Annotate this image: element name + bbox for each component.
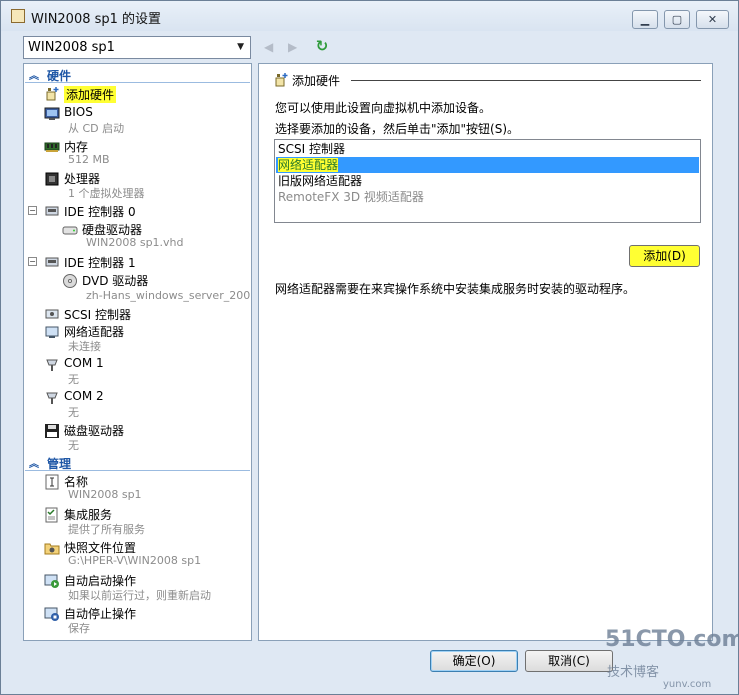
- dvd-drive-icon: [63, 274, 77, 288]
- settings-icon: [11, 9, 25, 23]
- bios-icon: [44, 107, 60, 120]
- vm-select-value: WIN2008 sp1: [28, 40, 115, 55]
- tree-item-processor[interactable]: 处理器 1 个虚拟处理器: [24, 170, 251, 200]
- auto-stop-icon: [44, 607, 59, 621]
- forward-arrow-icon[interactable]: ▶: [288, 40, 297, 54]
- tree-item-ide-controller-1[interactable]: − IDE 控制器 1: [24, 254, 251, 270]
- snapshot-folder-icon: [44, 543, 60, 555]
- adapter-description: 网络适配器需要在来宾操作系统中安装集成服务时安装的驱动程序。: [275, 282, 636, 296]
- ide-controller-icon: [45, 206, 59, 216]
- tree-item-hard-drive[interactable]: 硬盘驱动器 WIN2008 sp1.vhd: [24, 221, 251, 251]
- name-icon: [45, 474, 59, 490]
- ide-controller-icon: [45, 257, 59, 267]
- tree-item-ide-controller-0[interactable]: − IDE 控制器 0: [24, 203, 251, 219]
- add-button[interactable]: 添加(D): [629, 245, 700, 267]
- minimize-button[interactable]: ▁: [632, 10, 658, 29]
- tree-item-memory[interactable]: 内存 512 MB: [24, 138, 251, 168]
- instruction-line-1: 您可以使用此设置向虚拟机中添加设备。: [275, 101, 492, 115]
- title-divider: [351, 80, 701, 81]
- collapse-toggle-icon[interactable]: −: [28, 206, 37, 215]
- panel-title: 添加硬件: [292, 74, 341, 88]
- tree-item-dvd-drive[interactable]: DVD 驱动器 zh-Hans_windows_server_200...: [24, 272, 251, 304]
- device-option-remotefx[interactable]: RemoteFX 3D 视频适配器: [276, 189, 699, 205]
- tree-item-snapshot-location[interactable]: 快照文件位置 G:\HPER-V\WIN2008 sp1: [24, 539, 251, 569]
- refresh-icon[interactable]: ↻: [313, 37, 331, 55]
- device-option-legacy-network-adapter[interactable]: 旧版网络适配器: [276, 173, 699, 189]
- auto-start-icon: [44, 574, 59, 588]
- add-hardware-icon: [46, 87, 59, 101]
- tree-item-scsi-controller[interactable]: SCSI 控制器: [24, 306, 251, 322]
- com-port-icon: [46, 392, 58, 404]
- floppy-disk-icon: [45, 424, 59, 438]
- title-bar: WIN2008 sp1 的设置 ▁ ▢ ✕: [1, 1, 738, 31]
- window-title: WIN2008 sp1 的设置: [31, 12, 162, 27]
- tree-item-add-hardware[interactable]: 添加硬件: [24, 85, 251, 103]
- maximize-button[interactable]: ▢: [664, 10, 690, 29]
- device-option-scsi[interactable]: SCSI 控制器: [276, 141, 699, 157]
- add-hardware-panel: 添加硬件 您可以使用此设置向虚拟机中添加设备。 选择要添加的设备，然后单击"添加…: [258, 63, 713, 641]
- settings-tree: ︽ 硬件 添加硬件 BIOS 从 CD 启动 内存 512 MB 处理器 1 个…: [23, 63, 252, 641]
- tree-item-network-adapter[interactable]: 网络适配器 未连接: [24, 323, 251, 353]
- tree-item-diskette-drive[interactable]: 磁盘驱动器 无: [24, 422, 251, 452]
- vm-select-dropdown[interactable]: WIN2008 sp1 ▼: [23, 36, 251, 59]
- network-adapter-icon: [45, 326, 59, 338]
- back-arrow-icon[interactable]: ◀: [264, 40, 273, 54]
- settings-window: WIN2008 sp1 的设置 ▁ ▢ ✕ WIN2008 sp1 ▼ ◀ ▶ …: [0, 0, 739, 695]
- processor-icon: [45, 172, 59, 186]
- tree-item-auto-start-action[interactable]: 自动启动操作 如果以前运行过，则重新启动: [24, 572, 251, 602]
- add-hardware-icon: [275, 73, 288, 87]
- tree-item-com-1[interactable]: COM 1 无: [24, 356, 251, 386]
- collapse-chevron-icon: ︽: [29, 459, 39, 470]
- collapse-toggle-icon[interactable]: −: [28, 257, 37, 266]
- device-listbox[interactable]: SCSI 控制器 网络适配器 旧版网络适配器 RemoteFX 3D 视频适配器: [274, 139, 701, 223]
- management-section-header[interactable]: ︽ 管理: [25, 455, 250, 471]
- ok-button[interactable]: 确定(O): [430, 650, 518, 672]
- device-option-network-adapter[interactable]: 网络适配器: [276, 157, 699, 173]
- tree-item-auto-stop-action[interactable]: 自动停止操作 保存: [24, 605, 251, 635]
- hardware-section-header[interactable]: ︽ 硬件: [25, 67, 250, 83]
- memory-icon: [44, 142, 60, 152]
- chevron-down-icon: ▼: [237, 42, 244, 52]
- watermark: 51CTO.com 技术博客 yunv.com: [605, 627, 739, 690]
- cancel-button[interactable]: 取消(C): [525, 650, 613, 672]
- instruction-line-2: 选择要添加的设备，然后单击"添加"按钮(S)。: [275, 122, 520, 136]
- hard-drive-icon: [62, 226, 78, 235]
- tree-item-com-2[interactable]: COM 2 无: [24, 389, 251, 419]
- tree-item-integration-services[interactable]: 集成服务 提供了所有服务: [24, 506, 251, 536]
- collapse-chevron-icon: ︽: [29, 71, 39, 82]
- scsi-controller-icon: [45, 309, 59, 319]
- tree-item-name[interactable]: 名称 WIN2008 sp1: [24, 473, 251, 503]
- com-port-icon: [46, 359, 58, 371]
- tree-item-bios[interactable]: BIOS 从 CD 启动: [24, 105, 251, 135]
- integration-services-icon: [45, 507, 58, 523]
- close-button[interactable]: ✕: [696, 10, 729, 29]
